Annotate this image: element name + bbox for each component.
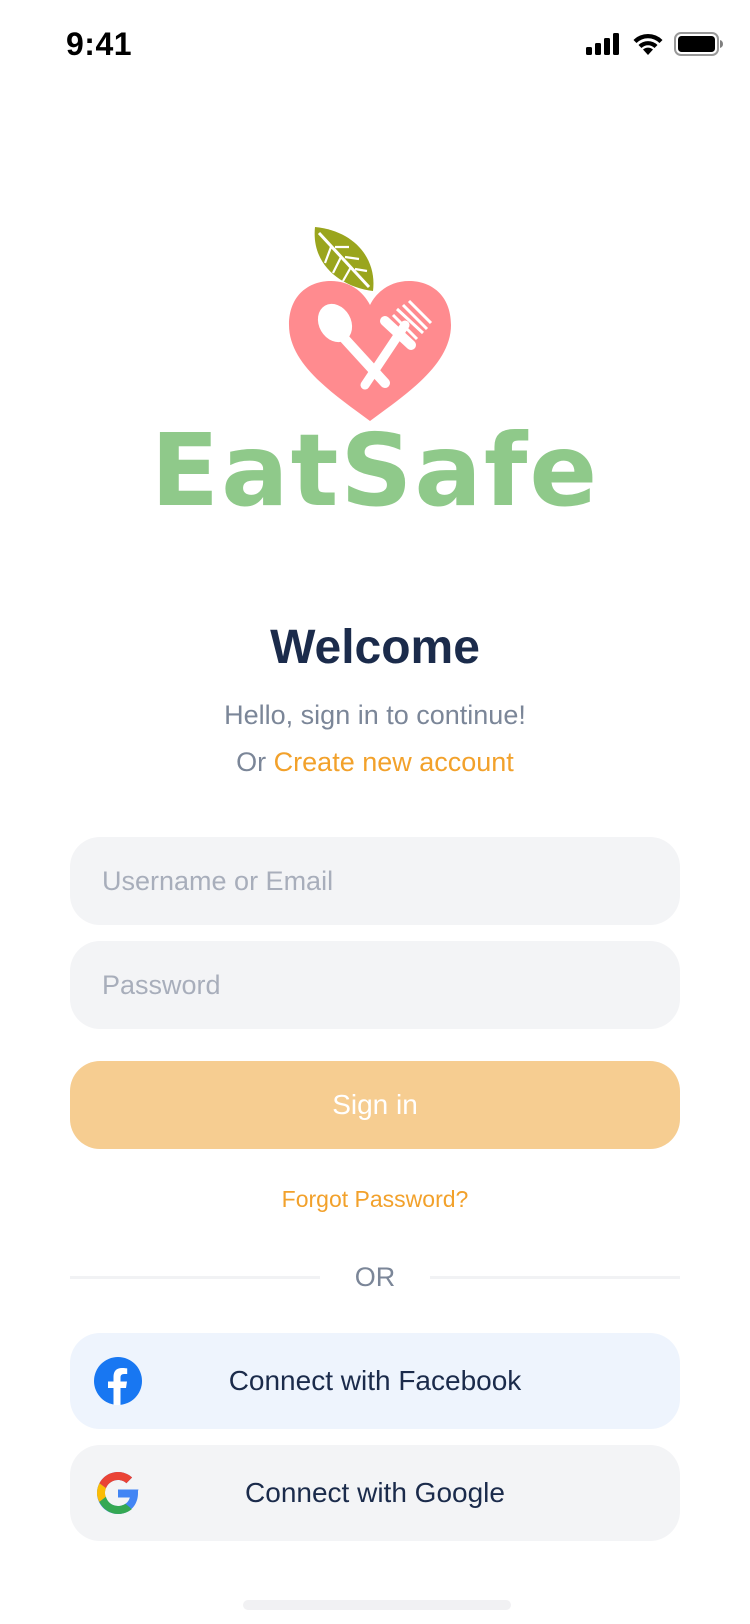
home-indicator: [243, 1600, 511, 1610]
create-account-prefix: Or: [236, 747, 274, 777]
forgot-password-link[interactable]: Forgot Password?: [0, 1186, 750, 1213]
status-bar: 9:41: [0, 0, 750, 94]
connect-google-button[interactable]: Connect with Google: [70, 1445, 680, 1541]
battery-icon: [674, 32, 723, 56]
connect-facebook-button[interactable]: Connect with Facebook: [70, 1333, 680, 1429]
username-field-container: [70, 837, 680, 925]
google-button-label: Connect with Google: [245, 1477, 505, 1508]
sign-in-button[interactable]: Sign in: [70, 1061, 680, 1149]
create-account-line: Or Create new account: [0, 747, 750, 778]
username-email-input[interactable]: [70, 837, 680, 925]
cellular-signal-icon: [586, 33, 619, 55]
wifi-icon: [633, 33, 663, 55]
create-account-link[interactable]: Create new account: [274, 747, 514, 777]
welcome-title: Welcome: [270, 621, 480, 674]
status-time: 9:41: [66, 26, 133, 62]
heart-utensils-leaf-icon: [289, 227, 451, 421]
divider-line-right: [430, 1276, 680, 1279]
leaf-icon: [314, 227, 374, 291]
password-input[interactable]: [70, 941, 680, 1029]
welcome-subtitle: Hello, sign in to continue!: [224, 700, 526, 730]
brand-wordmark: EatSafe: [150, 412, 600, 529]
password-field-container: [70, 941, 680, 1029]
status-icons: [586, 32, 724, 56]
facebook-button-label: Connect with Facebook: [228, 1365, 522, 1396]
